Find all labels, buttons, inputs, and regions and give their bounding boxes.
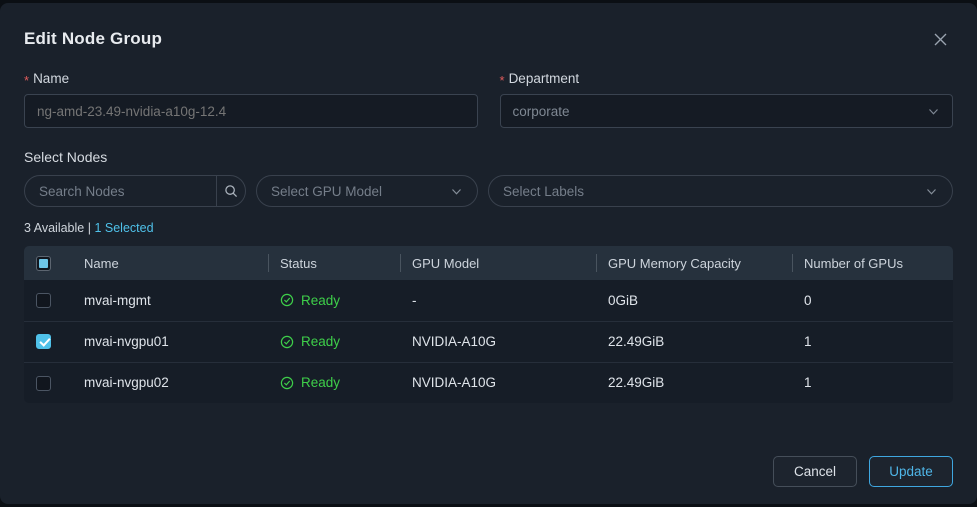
table-row[interactable]: mvai-nvgpu01 Ready NVIDIA-A10G 22.49GiB … xyxy=(24,321,953,362)
select-all-checkbox[interactable] xyxy=(36,256,51,272)
column-header-gpu-memory: GPU Memory Capacity xyxy=(596,246,792,280)
cell-status: Ready xyxy=(268,321,400,362)
cell-status: Ready xyxy=(268,280,400,321)
cell-gpu-memory: 22.49GiB xyxy=(608,375,665,391)
cell-gpu-count: 1 xyxy=(804,375,812,391)
row-checkbox-cell xyxy=(24,321,72,362)
cell-gpu-model: NVIDIA-A10G xyxy=(412,375,497,391)
selected-count[interactable]: 1 Selected xyxy=(94,221,153,235)
name-field-group: * Name xyxy=(24,71,478,128)
row-checkbox-cell xyxy=(24,362,72,403)
column-header-name: Name xyxy=(84,255,119,271)
table-row[interactable]: mvai-mgmt Ready - 0GiB 0 xyxy=(24,280,953,321)
search-nodes-group xyxy=(24,175,246,207)
node-count-summary: 3 Available | 1 Selected xyxy=(24,221,953,235)
form-row: * Name * Department corporate xyxy=(24,71,953,128)
name-label-text: Name xyxy=(33,71,70,86)
update-button[interactable]: Update xyxy=(869,456,953,487)
cancel-button[interactable]: Cancel xyxy=(773,456,857,487)
required-asterisk-icon: * xyxy=(24,73,30,88)
table-header-row: Name Status GPU Model GPU Memory Capacit… xyxy=(24,246,953,280)
name-input[interactable] xyxy=(24,94,478,128)
required-asterisk-icon: * xyxy=(499,73,505,88)
available-count: 3 Available xyxy=(24,221,85,235)
gpu-model-filter-value: Select GPU Model xyxy=(271,183,383,199)
cell-gpu-model: - xyxy=(412,292,417,308)
gpu-model-filter[interactable]: Select GPU Model xyxy=(256,175,478,207)
dialog-header: Edit Node Group xyxy=(24,3,953,61)
cell-status: Ready xyxy=(268,362,400,403)
select-nodes-title: Select Nodes xyxy=(24,149,108,165)
department-field-group: * Department corporate xyxy=(499,71,954,128)
cell-gpu-model: NVIDIA-A10G xyxy=(412,334,497,349)
cell-gpu-memory: 0GiB xyxy=(608,292,639,308)
search-icon[interactable] xyxy=(216,176,245,206)
nodes-table: Name Status GPU Model GPU Memory Capacit… xyxy=(24,246,953,403)
cell-node-name: mvai-nvgpu01 xyxy=(84,334,169,349)
status-label: Ready xyxy=(301,334,341,349)
row-checkbox-cell xyxy=(24,280,72,321)
cell-gpu-count: 0 xyxy=(804,292,812,308)
chevron-down-icon xyxy=(925,185,938,198)
row-checkbox[interactable] xyxy=(36,334,51,350)
count-divider: | xyxy=(87,221,91,235)
department-label-text: Department xyxy=(508,71,580,86)
name-label: * Name xyxy=(24,71,478,88)
column-header-status: Status xyxy=(268,246,400,280)
check-circle-icon xyxy=(280,293,294,307)
dialog-title: Edit Node Group xyxy=(24,29,163,48)
chevron-down-icon xyxy=(927,105,940,118)
column-header-gpu-count: Number of GPUs xyxy=(792,246,953,280)
table-row[interactable]: mvai-nvgpu02 Ready NVIDIA-A10G 22.49GiB … xyxy=(24,362,953,403)
row-checkbox[interactable] xyxy=(36,293,51,309)
select-all-cell xyxy=(24,246,72,280)
labels-filter[interactable]: Select Labels xyxy=(488,175,953,207)
check-circle-icon xyxy=(280,335,294,349)
department-select[interactable]: corporate xyxy=(499,94,953,128)
edit-node-group-dialog: Edit Node Group * Name * Department corp… xyxy=(0,3,977,504)
labels-filter-value: Select Labels xyxy=(503,183,585,199)
nodes-table-body: mvai-mgmt Ready - 0GiB 0 mvai-nvgpu01 Re… xyxy=(24,280,953,403)
cell-node-name: mvai-nvgpu02 xyxy=(84,375,169,391)
node-filter-row: Select GPU Model Select Labels xyxy=(24,175,953,207)
status-label: Ready xyxy=(301,292,341,308)
cell-gpu-count: 1 xyxy=(804,334,812,349)
cell-gpu-memory: 22.49GiB xyxy=(608,334,665,349)
department-label: * Department xyxy=(499,71,954,88)
row-checkbox[interactable] xyxy=(36,375,51,391)
dialog-footer: Cancel Update xyxy=(773,456,953,487)
column-header-gpu-model: GPU Model xyxy=(400,246,596,280)
chevron-down-icon xyxy=(450,185,463,198)
department-select-value: corporate xyxy=(512,103,570,119)
close-icon[interactable] xyxy=(927,26,953,52)
search-input[interactable] xyxy=(25,176,216,206)
status-label: Ready xyxy=(301,375,341,391)
check-circle-icon xyxy=(280,376,294,390)
cell-node-name: mvai-mgmt xyxy=(84,292,151,308)
